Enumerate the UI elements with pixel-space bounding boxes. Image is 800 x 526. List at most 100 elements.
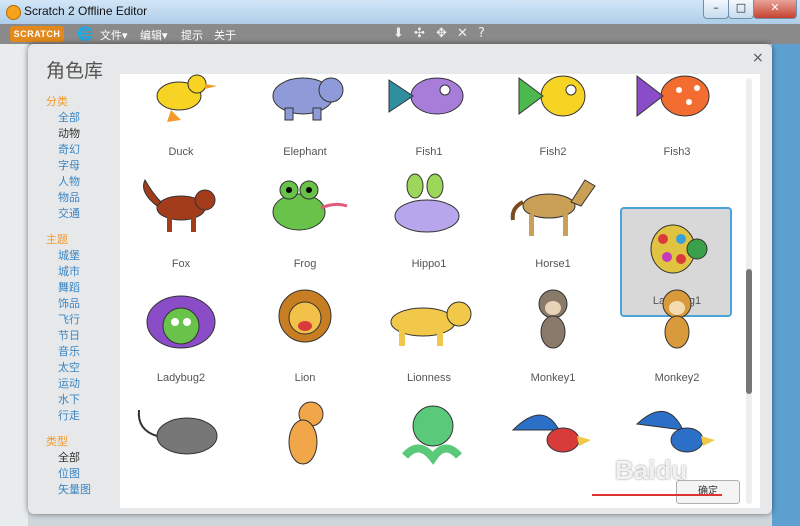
sprite-tile-lion[interactable]: Lion	[250, 286, 360, 394]
sprite-grid: Duck Elephant Fish1 Fish2 Fish3 Fox Frog…	[120, 74, 760, 508]
sprite-tile-monkey1[interactable]: Monkey1	[498, 286, 608, 394]
sprite-tile-cat[interactable]	[250, 400, 360, 508]
editor-menubar: SCRATCH 🌐 文件▾ 编辑▾ 提示 关于 ⬇ ✣ ✥ ✕ ?	[0, 24, 800, 44]
sprite-name: Monkey1	[530, 372, 576, 384]
sprite-tile-fish2[interactable]: Fish2	[498, 74, 608, 174]
sprite-tile-horse1[interactable]: Horse1	[498, 172, 608, 280]
lion-icon	[278, 289, 332, 343]
fox-icon	[143, 178, 216, 232]
sprite-tile-elephant[interactable]: Elephant	[250, 74, 360, 174]
sprite-name: Fish3	[663, 146, 691, 158]
monkey2-icon	[662, 289, 692, 349]
theme-castle[interactable]: 城堡	[46, 248, 126, 264]
category-things[interactable]: 物品	[46, 190, 126, 206]
globe-icon[interactable]: 🌐	[77, 27, 93, 42]
mouse-icon	[137, 409, 218, 455]
baidu-watermark: Baidu	[615, 455, 688, 485]
type-vector[interactable]: 矢量图	[46, 482, 126, 498]
octopus-icon	[401, 405, 463, 465]
sprite-tile-mouse[interactable]	[126, 400, 236, 508]
sprite-name: Frog	[293, 258, 317, 270]
theme-music[interactable]: 音乐	[46, 344, 126, 360]
sprite-tile-fox[interactable]: Fox	[126, 172, 236, 280]
scripts-area-edge	[772, 44, 800, 526]
theme-holiday[interactable]: 节日	[46, 328, 126, 344]
elephant-icon	[272, 77, 344, 121]
category-fantasy[interactable]: 奇幻	[46, 142, 126, 158]
theme-walking[interactable]: 行走	[46, 408, 126, 424]
sprite-tile-monkey2[interactable]: Monkey2	[622, 286, 732, 394]
sprite-name: Monkey2	[654, 372, 700, 384]
sprite-tile-duck[interactable]: Duck	[126, 74, 236, 174]
theme-city[interactable]: 城市	[46, 264, 126, 280]
sprite-name: Lionness	[406, 372, 452, 384]
category-sidebar: 分类 全部 动物 奇幻 字母 人物 物品 交通 主题 城堡 城市 舞蹈 饰品 飞…	[46, 94, 126, 498]
shrink-icon[interactable]: ✕	[457, 26, 468, 41]
help-icon[interactable]: ?	[478, 26, 485, 41]
category-people[interactable]: 人物	[46, 174, 126, 190]
category-transportation[interactable]: 交通	[46, 206, 126, 222]
frog-icon	[272, 180, 348, 231]
duck-icon	[156, 74, 217, 122]
theme-group-title: 主题	[46, 233, 68, 246]
close-window-button[interactable]: ✕	[753, 0, 797, 19]
sprite-name: Fish2	[539, 146, 567, 158]
sprite-tile-lionness[interactable]: Lionness	[374, 286, 484, 394]
parrot1-icon	[511, 414, 591, 453]
sprite-name: Horse1	[535, 258, 571, 270]
minimize-button[interactable]: –	[703, 0, 729, 19]
sprite-name: Fox	[171, 258, 191, 270]
theme-sports[interactable]: 运动	[46, 376, 126, 392]
theme-underwater[interactable]: 水下	[46, 392, 126, 408]
sprite-name: Fish1	[415, 146, 443, 158]
stage-pane	[0, 44, 28, 526]
delete-scissors-icon[interactable]: ✣	[414, 26, 425, 41]
maximize-button[interactable]: □	[728, 0, 754, 19]
dialog-close-icon[interactable]: ×	[752, 50, 764, 66]
lionness-icon	[390, 301, 472, 346]
window-titlebar: Scratch 2 Offline Editor – □ ✕	[0, 0, 800, 25]
dialog-title: 角色库	[46, 60, 104, 82]
category-animals[interactable]: 动物	[46, 126, 126, 142]
theme-flying[interactable]: 飞行	[46, 312, 126, 328]
hippo-icon	[394, 173, 460, 233]
sprite-tile-frog[interactable]: Frog	[250, 172, 360, 280]
sprite-tile-ladybug2[interactable]: Ladybug2	[126, 286, 236, 394]
grid-scrollbar-thumb[interactable]	[746, 269, 752, 394]
category-letters[interactable]: 字母	[46, 158, 126, 174]
menu-about[interactable]: 关于	[214, 27, 236, 43]
theme-dance[interactable]: 舞蹈	[46, 280, 126, 296]
sprite-name: Lion	[294, 372, 316, 384]
sprite-name: Elephant	[283, 146, 327, 158]
type-all[interactable]: 全部	[46, 450, 126, 466]
menu-file[interactable]: 文件▾	[100, 27, 128, 43]
category-all[interactable]: 全部	[46, 110, 126, 126]
duplicate-stamp-icon[interactable]: ⬇	[393, 26, 404, 41]
window-title: Scratch 2 Offline Editor	[24, 4, 148, 18]
fish1-icon	[388, 77, 464, 115]
category-group-title: 分类	[46, 95, 68, 108]
grow-icon[interactable]: ✥	[436, 26, 447, 41]
theme-dress-up[interactable]: 饰品	[46, 296, 126, 312]
sprite-tile-fish1[interactable]: Fish1	[374, 74, 484, 174]
sprite-tile-octopus[interactable]	[374, 400, 484, 508]
sprite-library-dialog: 角色库 × 分类 全部 动物 奇幻 字母 人物 物品 交通 主题 城堡 城市 舞…	[28, 44, 772, 514]
fish3-icon	[636, 74, 710, 118]
menu-tips[interactable]: 提示	[181, 27, 203, 43]
ladybug-icon	[650, 224, 708, 274]
ladybug2-icon	[146, 295, 216, 349]
horse-icon	[510, 179, 596, 236]
menu-edit[interactable]: 编辑▾	[140, 27, 168, 43]
monkey1-icon	[538, 289, 568, 349]
theme-space[interactable]: 太空	[46, 360, 126, 376]
type-bitmap[interactable]: 位图	[46, 466, 126, 482]
scratch-logo[interactable]: SCRATCH	[10, 26, 64, 42]
cat-icon	[288, 401, 324, 465]
sprite-tile-fish3[interactable]: Fish3	[622, 74, 732, 174]
sprite-name: Duck	[168, 146, 194, 158]
fish2-icon	[518, 75, 586, 117]
sprite-name: Hippo1	[411, 258, 447, 270]
sprite-tile-hippo1[interactable]: Hippo1	[374, 172, 484, 280]
scratch-app-icon	[6, 5, 21, 20]
type-group-title: 类型	[46, 435, 68, 448]
